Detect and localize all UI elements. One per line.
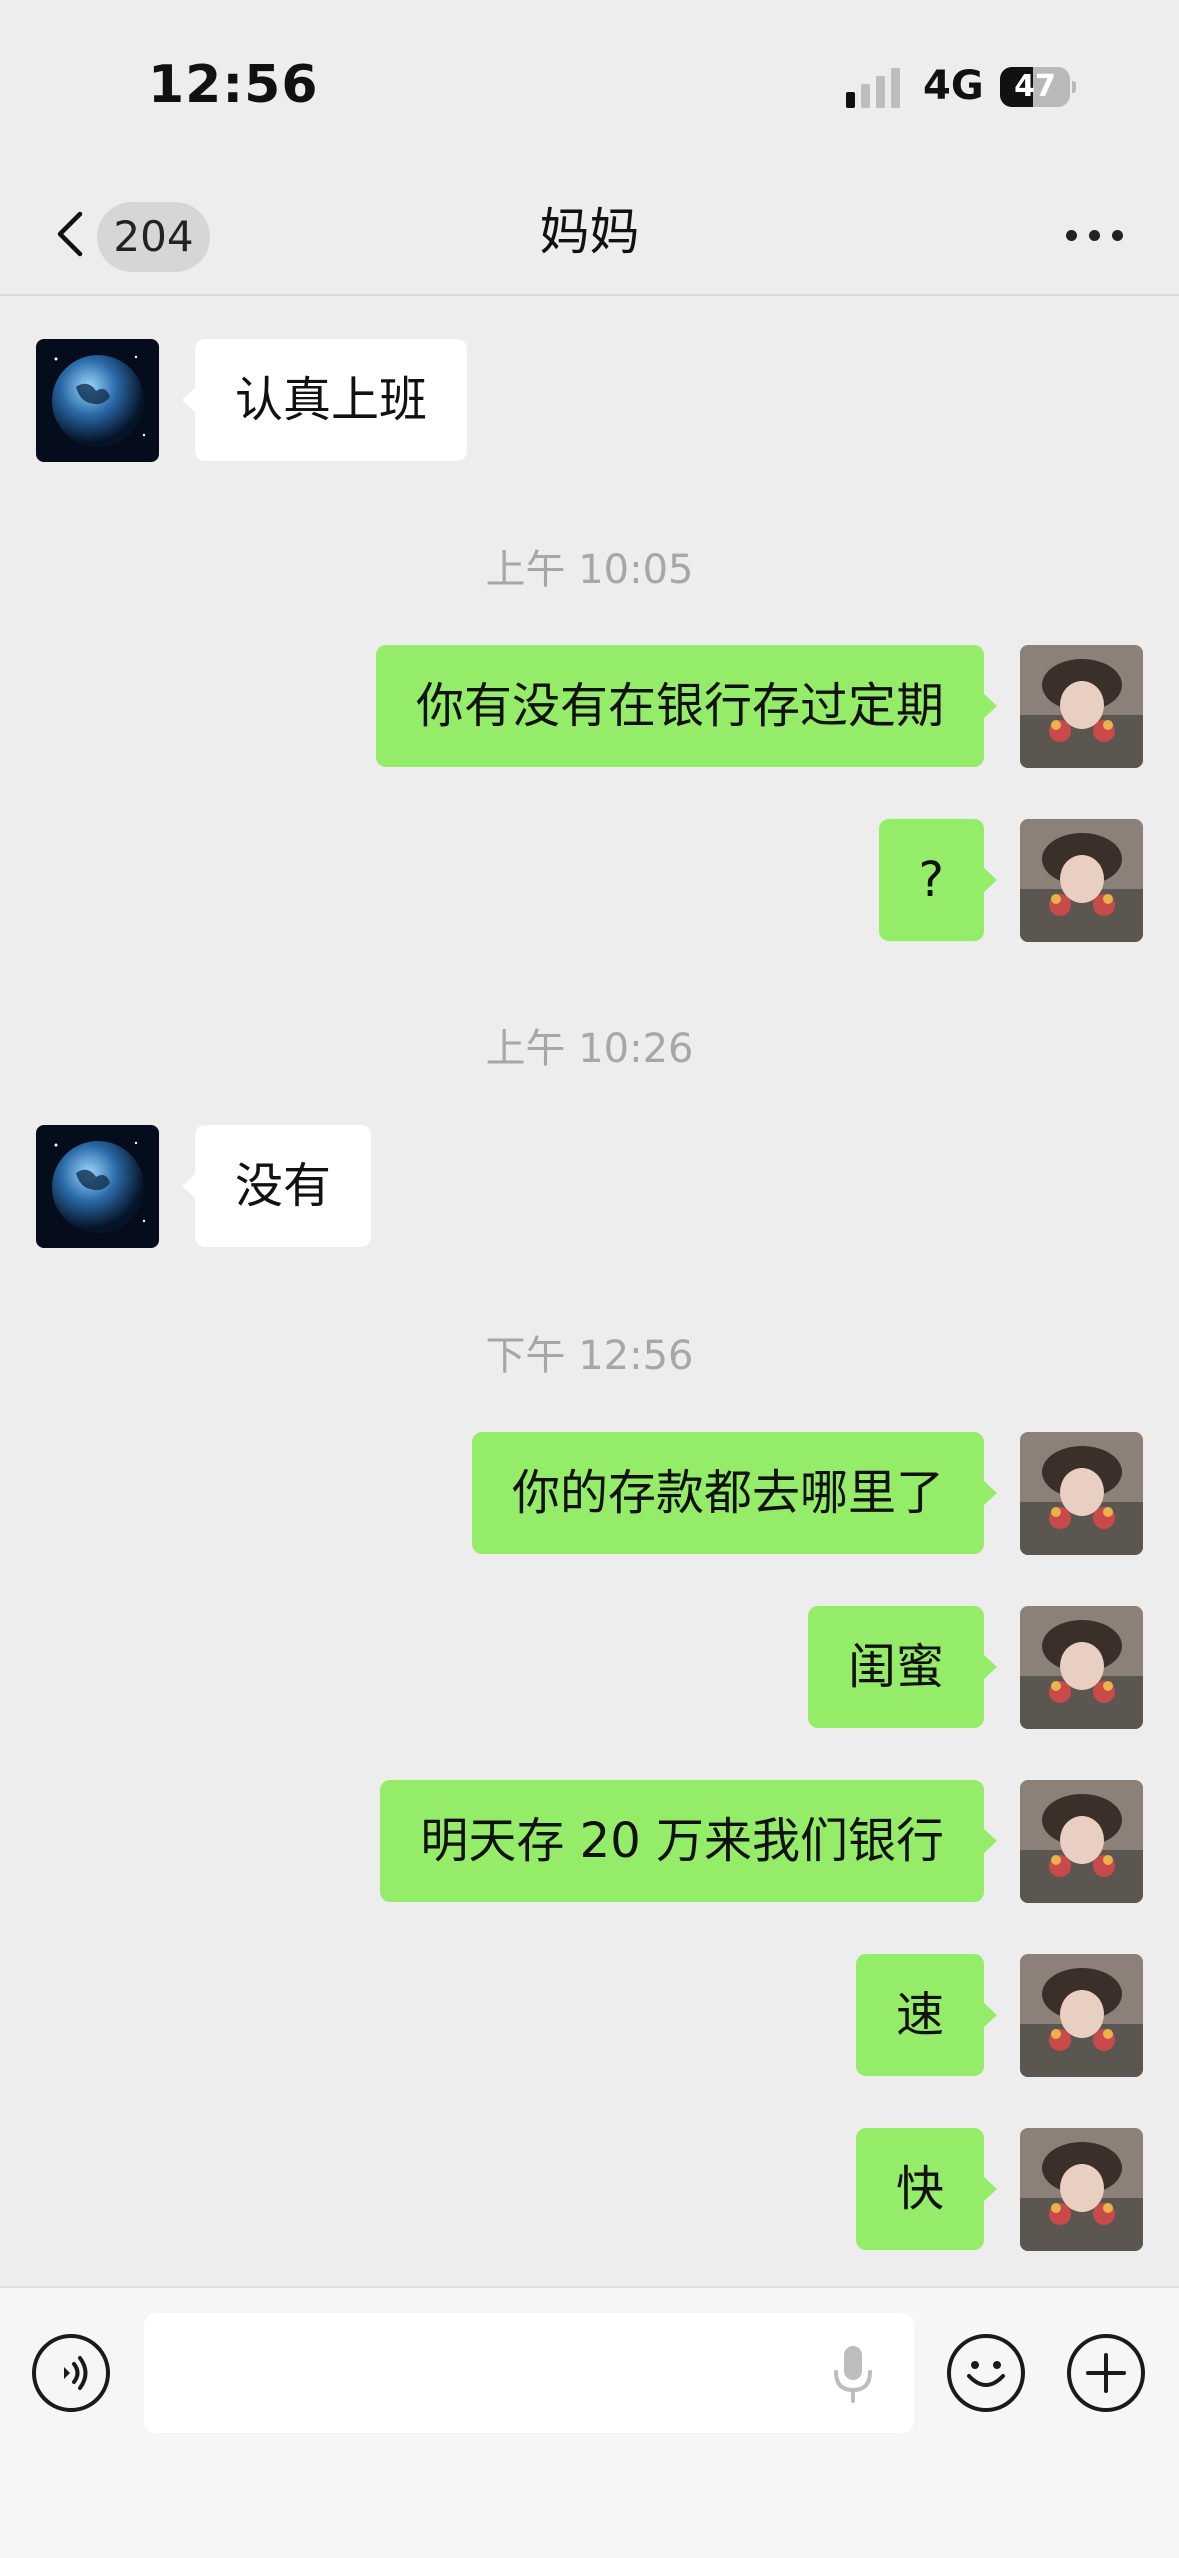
user-photo-avatar-icon [1020, 1780, 1143, 1903]
plus-button[interactable] [1067, 2334, 1145, 2412]
user-photo-avatar-icon [1020, 645, 1143, 768]
earth-globe-avatar-icon [36, 1125, 159, 1248]
emoji-button[interactable] [947, 2334, 1025, 2412]
more-button[interactable] [1060, 210, 1130, 260]
self-avatar[interactable] [1020, 1954, 1143, 2077]
user-photo-avatar-icon [1020, 1954, 1143, 2077]
contact-avatar[interactable] [36, 339, 159, 462]
contact-avatar[interactable] [36, 1125, 159, 1248]
outgoing-message[interactable]: 你有没有在银行存过定期 [375, 645, 998, 767]
user-photo-avatar-icon [1020, 1606, 1143, 1729]
outgoing-message[interactable]: 明天存 20 万来我们银行 [380, 1780, 997, 1902]
message-input[interactable] [144, 2313, 914, 2433]
self-avatar[interactable] [1020, 645, 1143, 768]
more-horizontal-icon [1066, 230, 1077, 241]
plus-icon [1086, 2353, 1126, 2393]
chat-header: 204 妈妈 [0, 170, 1179, 296]
voice-mode-button[interactable] [32, 2334, 110, 2412]
user-photo-avatar-icon [1020, 819, 1143, 942]
self-avatar[interactable] [1020, 1432, 1143, 1555]
chevron-left-icon [57, 211, 83, 257]
emoji-icon [967, 2361, 1005, 2387]
message-timestamp: 上午 10:05 [485, 547, 694, 593]
outgoing-message[interactable]: 速 [855, 1954, 998, 2076]
microphone-icon[interactable] [832, 2344, 874, 2404]
message-timestamp: 下午 12:56 [485, 1333, 694, 1379]
back-button[interactable]: 204 [40, 192, 220, 272]
message-timestamp: 上午 10:26 [485, 1026, 694, 1072]
outgoing-message[interactable]: ? [878, 819, 998, 941]
outgoing-message[interactable]: 快 [855, 2128, 998, 2250]
unread-count-badge: 204 [97, 202, 210, 272]
user-photo-avatar-icon [1020, 2128, 1143, 2251]
earth-globe-avatar-icon [36, 339, 159, 462]
self-avatar[interactable] [1020, 1780, 1143, 1903]
user-photo-avatar-icon [1020, 1432, 1143, 1555]
battery-icon: 47 [1000, 67, 1076, 107]
self-avatar[interactable] [1020, 819, 1143, 942]
status-time: 12:56 [148, 55, 319, 115]
outgoing-message[interactable]: 你的存款都去哪里了 [471, 1432, 998, 1554]
network-type: 4G [923, 63, 984, 109]
incoming-message[interactable]: 认真上班 [181, 339, 468, 461]
battery-level: 47 [1014, 69, 1056, 104]
input-bar [0, 2286, 1179, 2558]
status-bar: 12:56 4G 47 [0, 0, 1179, 170]
outgoing-message[interactable]: 闺蜜 [807, 1606, 998, 1728]
incoming-message[interactable]: 没有 [181, 1125, 372, 1247]
voice-mode-icon [64, 2356, 88, 2390]
cellular-signal-icon [846, 68, 900, 108]
self-avatar[interactable] [1020, 2128, 1143, 2251]
self-avatar[interactable] [1020, 1606, 1143, 1729]
